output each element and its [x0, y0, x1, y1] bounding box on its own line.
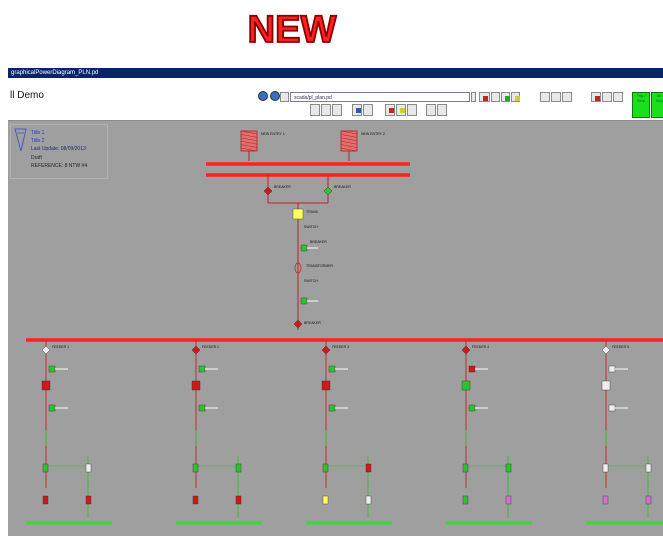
feeder-breaker-1[interactable]	[608, 365, 616, 373]
trunk-breaker-3[interactable]	[293, 319, 303, 329]
feeder-breaker-1[interactable]	[468, 365, 476, 373]
feeder-label: FEEDER 2	[202, 345, 219, 349]
feeder-breaker-2[interactable]	[601, 380, 611, 391]
feeder-breaker-1[interactable]	[48, 365, 56, 373]
feeder-branch-left-breaker[interactable]	[462, 463, 469, 473]
feeder-load-right[interactable]	[505, 495, 512, 505]
feeder-breaker-top[interactable]	[41, 345, 51, 355]
feeder-breaker-3[interactable]	[198, 404, 206, 412]
new-badge: NEW	[247, 8, 338, 50]
trunk-label: BREAKER	[334, 185, 351, 189]
feeder-breaker-3[interactable]	[468, 404, 476, 412]
feeder-breaker-top[interactable]	[321, 345, 331, 355]
feeder-branch-left-breaker[interactable]	[602, 463, 609, 473]
feeder-label: FEEDER 3	[332, 345, 349, 349]
feeder-breaker-top[interactable]	[191, 345, 201, 355]
feeder-breaker-3[interactable]	[608, 404, 616, 412]
top-entry-label: NEW ENTRY 1	[261, 132, 285, 136]
feeder-load-right[interactable]	[235, 495, 242, 505]
trunk-transformer[interactable]	[292, 208, 304, 220]
trunk-breaker-1[interactable]	[300, 244, 308, 252]
feeder-branch-left-breaker[interactable]	[42, 463, 49, 473]
feeder-breaker-top[interactable]	[601, 345, 611, 355]
feeder-branch-left-breaker[interactable]	[192, 463, 199, 473]
feeder-load-left[interactable]	[322, 495, 329, 505]
feeder-breaker-2[interactable]	[191, 380, 201, 391]
trunk-label: TRANS	[306, 210, 319, 214]
feeder-breaker-3[interactable]	[48, 404, 56, 412]
feeder-label: FEEDER 4	[472, 345, 489, 349]
feeder-branch-right-breaker[interactable]	[645, 463, 652, 473]
feeder-branch-right-breaker[interactable]	[365, 463, 372, 473]
trunk-label: SWITCH	[304, 225, 318, 229]
incoming-transformer-icon[interactable]	[340, 130, 358, 152]
feeder-branch-right-breaker[interactable]	[85, 463, 92, 473]
trunk-label: BREAKER	[304, 321, 321, 325]
feeder-breaker-3[interactable]	[328, 404, 336, 412]
feeder-breaker-2[interactable]	[41, 380, 51, 391]
feeder-breaker-1[interactable]	[328, 365, 336, 373]
trunk-label: TRANSFORMER	[306, 264, 334, 268]
feeder-breaker-2[interactable]	[461, 380, 471, 391]
feeder-load-right[interactable]	[645, 495, 652, 505]
app-window: graphicalPowerDiagram_PLN.pd ll Demo sca…	[8, 68, 663, 536]
trunk-label: BREAKER	[274, 185, 291, 189]
feeder-breaker-top[interactable]	[461, 345, 471, 355]
trunk-breaker-2[interactable]	[300, 297, 308, 305]
feeder-breaker-2[interactable]	[321, 380, 331, 391]
new-badge-text: NEW	[248, 9, 337, 50]
feeder-branch-left-breaker[interactable]	[322, 463, 329, 473]
feeder-load-left[interactable]	[602, 495, 609, 505]
feeder-load-left[interactable]	[462, 495, 469, 505]
feeder-breaker-1[interactable]	[198, 365, 206, 373]
feeder-label: FEEDER 5	[612, 345, 629, 349]
feeder-label: FEEDER 1	[52, 345, 69, 349]
feeder-load-left[interactable]	[42, 495, 49, 505]
feeder-load-left[interactable]	[192, 495, 199, 505]
single-line-diagram: NEW ENTRY 1 NEW ENTRY 2 BREAKER BREAKER TRAN…	[26, 130, 663, 525]
incoming-transformer-icon[interactable]	[240, 130, 258, 152]
feeder-load-right[interactable]	[85, 495, 92, 505]
top-breaker-left[interactable]	[263, 186, 273, 196]
top-entry-label: NEW ENTRY 2	[361, 132, 385, 136]
feeder-load-right[interactable]	[365, 495, 372, 505]
trunk-label: BREAKER	[310, 240, 327, 244]
top-breaker-right[interactable]	[323, 186, 333, 196]
trunk-label: SWITCH	[304, 279, 318, 283]
feeder-branch-right-breaker[interactable]	[235, 463, 242, 473]
feeder-branch-right-breaker[interactable]	[505, 463, 512, 473]
